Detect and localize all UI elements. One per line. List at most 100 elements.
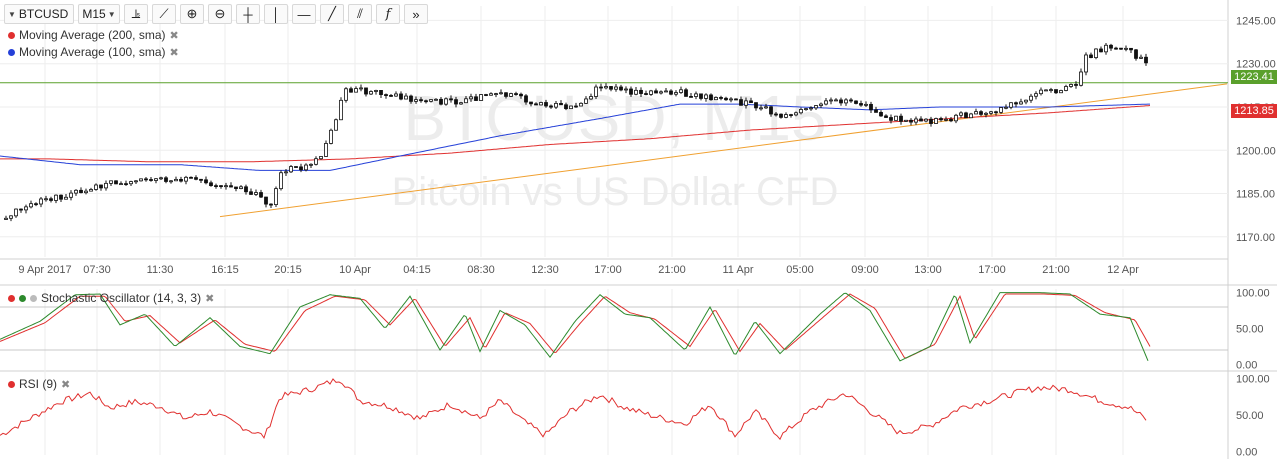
candle-body [1109, 44, 1113, 49]
candle-body [729, 98, 733, 101]
bar-chart-button[interactable]: ⫡ [124, 4, 148, 24]
candle-body [899, 115, 903, 122]
candle-body [649, 90, 653, 95]
candle-body [219, 185, 223, 188]
candle-body [379, 90, 383, 95]
candle-body [989, 111, 993, 114]
candle-body [464, 98, 468, 104]
candle-body [664, 90, 668, 93]
candle-body [254, 192, 258, 195]
candle-body [819, 103, 823, 106]
candle-body [374, 90, 378, 92]
candle-body [54, 194, 58, 201]
candle-body [624, 88, 628, 91]
candle-body [994, 111, 998, 114]
candle-body [964, 112, 968, 119]
interval-label: M15 [82, 7, 106, 21]
candle-body [279, 172, 283, 190]
candle-body [679, 89, 683, 93]
candle-body [169, 180, 173, 183]
candle-body [434, 98, 438, 101]
candle-body [914, 118, 918, 123]
time-axis-label: 20:15 [274, 264, 302, 276]
candle-body [539, 102, 543, 106]
candle-body [1139, 56, 1143, 59]
candle-body [774, 113, 778, 116]
remove-ma100-icon[interactable]: ✖ [170, 46, 179, 59]
remove-ma200-icon[interactable]: ✖ [170, 29, 179, 42]
candle-body [564, 104, 568, 110]
candle-body [879, 112, 883, 117]
candle-body [599, 86, 603, 89]
stochastic-label: Stochastic Oscillator (14, 3, 3) [41, 291, 202, 305]
stoch-levels-dot-icon [30, 294, 37, 302]
zoom-out-button[interactable]: ⊖ [208, 4, 232, 24]
candle-body [214, 185, 218, 188]
horizontal-line-button[interactable]: — [292, 4, 316, 24]
fast-forward-button[interactable]: » [404, 4, 428, 24]
candle-body [1099, 48, 1103, 53]
candle-body [674, 92, 678, 95]
candle-body [1114, 47, 1118, 50]
candle-body [909, 119, 913, 123]
candle-body [839, 99, 843, 104]
candle-body [419, 99, 423, 102]
candle-body [394, 93, 398, 97]
remove-rsi-icon[interactable]: ✖ [61, 378, 70, 391]
candle-body [59, 194, 63, 200]
candle-body [229, 185, 233, 188]
candle-body [284, 171, 288, 174]
candle-body [159, 177, 163, 180]
candle-body [814, 105, 818, 109]
vertical-line-button[interactable]: │ [264, 4, 288, 24]
remove-stochastic-icon[interactable]: ✖ [205, 292, 214, 305]
caret-down-icon: ▼ [8, 9, 16, 19]
symbol-label: BTCUSD [18, 7, 69, 21]
candle-body [104, 182, 108, 189]
candle-body [524, 95, 528, 103]
candle-body [594, 86, 598, 97]
legend-stochastic: Stochastic Oscillator (14, 3, 3) ✖ [8, 291, 214, 305]
candle-body [1039, 89, 1043, 95]
rsi-axis-label: 50.00 [1236, 410, 1264, 422]
line-chart-button[interactable]: ⟋ [152, 4, 176, 24]
time-axis-label: 12:30 [531, 264, 559, 276]
horizontal-line-icon: — [297, 6, 311, 22]
candle-body [644, 93, 648, 95]
crosshair-button[interactable]: ┼ [236, 4, 260, 24]
stoch-d-dot-icon [8, 294, 15, 302]
candle-body [149, 179, 153, 181]
candle-body [934, 118, 938, 124]
time-axis-label: 11 Apr [723, 264, 754, 276]
time-axis-label: 12 Apr [1107, 264, 1139, 276]
candle-body [484, 94, 488, 96]
chart-area[interactable]: BTCUSD, M15 Bitcoin vs US Dollar CFD 1170.… [0, 0, 1277, 459]
zoom-in-button[interactable]: ⊕ [180, 4, 204, 24]
candle-body [429, 99, 433, 102]
candle-body [984, 112, 988, 115]
interval-select[interactable]: M15 ▼ [78, 4, 120, 24]
candle-body [1059, 90, 1063, 94]
candle-body [1124, 47, 1128, 50]
chart-canvas[interactable]: BTCUSD, M15 Bitcoin vs US Dollar CFD 1170.… [0, 0, 1277, 459]
candle-body [959, 112, 963, 116]
candle-body [1014, 102, 1018, 105]
candle-body [884, 115, 888, 118]
candle-body [264, 196, 268, 205]
candle-body [829, 99, 833, 102]
fibonacci-button[interactable]: ⫽ [348, 4, 372, 24]
trend-line-button[interactable]: ╱ [320, 4, 344, 24]
function-button[interactable]: f [376, 4, 400, 24]
candle-body [29, 203, 33, 208]
candle-body [399, 93, 403, 100]
zoom-in-icon: ⊕ [186, 6, 198, 21]
symbol-select[interactable]: ▼ BTCUSD [4, 4, 74, 24]
candle-body [874, 109, 878, 113]
candle-body [974, 111, 978, 115]
legend-rsi: RSI (9) ✖ [8, 377, 70, 391]
candle-body [509, 93, 513, 97]
candle-body [4, 217, 8, 220]
caret-down-icon: ▼ [107, 9, 116, 19]
candle-body [174, 178, 178, 182]
candle-body [489, 93, 493, 96]
